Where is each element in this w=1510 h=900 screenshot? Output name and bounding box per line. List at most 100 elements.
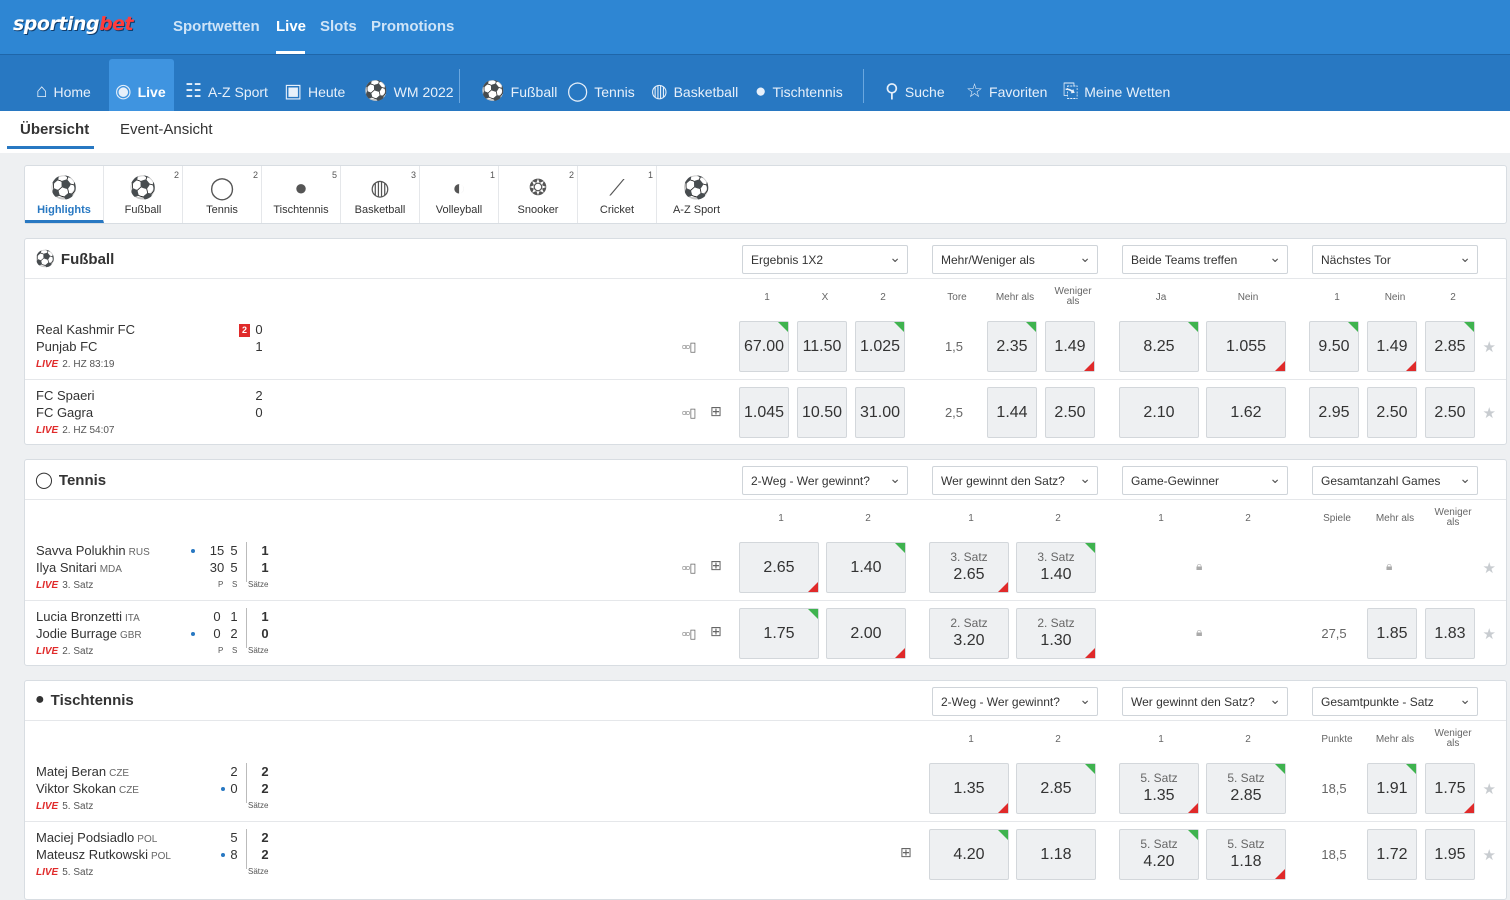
nav-meine-wetten[interactable]: ⎘ Meine Wetten — [1063, 59, 1170, 112]
odds-button[interactable]: 67.00 — [739, 321, 789, 372]
odds-button[interactable]: 1.83 — [1425, 608, 1475, 659]
topnav-live[interactable]: Live — [276, 18, 306, 35]
odds-button[interactable]: 10.50 — [797, 387, 847, 438]
odds-button[interactable]: 2.00 — [826, 608, 906, 659]
court-icon[interactable]: ⊞ — [900, 844, 912, 861]
odds-button[interactable]: 1.40 — [826, 542, 906, 593]
sport-chip-cricket[interactable]: 1 ⟋ Cricket — [578, 166, 657, 223]
sport-chip-fussball[interactable]: 2 ⚽ Fußball — [104, 166, 183, 223]
favorite-star-icon[interactable]: ★ — [1483, 559, 1496, 577]
event-row[interactable]: Lucia Bronzetti ITA Jodie Burrage GBR LIVE… — [25, 601, 1506, 667]
nav-live[interactable]: ◉ Live — [109, 59, 174, 112]
event-row[interactable]: FC Spaeri FC Gagra LIVE 2. HZ 54:07 2 0 ▫… — [25, 380, 1506, 446]
odds-button[interactable]: 2.50 — [1367, 387, 1417, 438]
odds-button[interactable]: 2. Satz 3.20 — [929, 608, 1009, 659]
stats-icon[interactable]: ▫▫▯ — [682, 405, 696, 421]
market-select[interactable]: Game-Gewinner ⌄ — [1122, 466, 1288, 495]
odds-button[interactable]: 5. Satz 4.20 — [1119, 829, 1199, 880]
nav-wm-2022[interactable]: ⚽ WM 2022 — [364, 59, 454, 112]
odds-button[interactable]: 1.91 — [1367, 763, 1417, 814]
topnav-promotions[interactable]: Promotions — [371, 18, 454, 35]
odds-button[interactable]: 1.49 — [1045, 321, 1095, 372]
odds-button[interactable]: 1.055 — [1206, 321, 1286, 372]
odds-button[interactable]: 11.50 — [797, 321, 847, 372]
market-select[interactable]: Gesamtpunkte - Satz ⌄ — [1312, 687, 1478, 716]
market-select[interactable]: 2-Weg - Wer gewinnt? ⌄ — [742, 466, 908, 495]
nav-basketball[interactable]: ◍ Basketball — [651, 59, 738, 112]
topnav-sportwetten[interactable]: Sportwetten — [173, 18, 260, 35]
pitch-icon[interactable]: ⊞ — [710, 403, 722, 420]
odds-button[interactable]: 2.65 — [739, 542, 819, 593]
stats-icon[interactable]: ▫▫▯ — [682, 560, 696, 576]
odds-button[interactable]: 2.85 — [1016, 763, 1096, 814]
favorite-star-icon[interactable]: ★ — [1483, 625, 1496, 643]
stats-icon[interactable]: ▫▫▯ — [682, 339, 696, 355]
court-icon[interactable]: ⊞ — [710, 557, 722, 574]
nav-fussball[interactable]: ⚽ Fußball — [481, 59, 557, 112]
sport-chip-highlights[interactable]: ⚽ Highlights — [25, 166, 104, 223]
market-select[interactable]: Nächstes Tor ⌄ — [1312, 245, 1478, 274]
sport-chip-az-sport[interactable]: ⚽ A-Z Sport — [657, 166, 736, 223]
favorite-star-icon[interactable]: ★ — [1483, 404, 1496, 422]
sportingbet-logo[interactable]: sportingbet — [13, 13, 134, 35]
odds-button[interactable]: 2.50 — [1045, 387, 1095, 438]
odds-button[interactable]: 1.49 — [1367, 321, 1417, 372]
favorite-star-icon[interactable]: ★ — [1483, 780, 1496, 798]
market-select[interactable]: Gesamtanzahl Games ⌄ — [1312, 466, 1478, 495]
topnav-slots[interactable]: Slots — [320, 18, 357, 35]
court-icon[interactable]: ⊞ — [710, 623, 722, 640]
odds-button[interactable]: 3. Satz 2.65 — [929, 542, 1009, 593]
odds-button[interactable]: 2.35 — [987, 321, 1037, 372]
odds-button[interactable]: 5. Satz 1.18 — [1206, 829, 1286, 880]
odds-button[interactable]: 2.95 — [1309, 387, 1359, 438]
sport-chip-tennis[interactable]: 2 ◯ Tennis — [183, 166, 262, 223]
sport-chip-volleyball[interactable]: 1 ◐ Volleyball — [420, 166, 499, 223]
odds-button[interactable]: 5. Satz 1.35 — [1119, 763, 1199, 814]
tab-event-ansicht[interactable]: Event-Ansicht — [120, 121, 213, 138]
nav-az-sport[interactable]: ☷ A-Z Sport — [185, 59, 268, 112]
odds-button[interactable]: 1.025 — [855, 321, 905, 372]
odds-button[interactable]: 1.75 — [739, 608, 819, 659]
favorite-star-icon[interactable]: ★ — [1483, 338, 1496, 356]
favorite-star-icon[interactable]: ★ — [1483, 846, 1496, 864]
odds-button[interactable]: 2. Satz 1.30 — [1016, 608, 1096, 659]
odds-button[interactable]: 1.35 — [929, 763, 1009, 814]
odds-button[interactable]: 2.10 — [1119, 387, 1199, 438]
sport-chip-basketball[interactable]: 3 ◍ Basketball — [341, 166, 420, 223]
odds-button[interactable]: 2.50 — [1425, 387, 1475, 438]
nav-suche[interactable]: ⚲ Suche — [885, 59, 945, 112]
sport-chip-tischtennis[interactable]: 5 ● Tischtennis — [262, 166, 341, 223]
sport-chip-snooker[interactable]: 2 ❂ Snooker — [499, 166, 578, 223]
event-row[interactable]: Matej Beran CZE Viktor Skokan CZE LIVE 5. S… — [25, 755, 1506, 821]
market-select[interactable]: Wer gewinnt den Satz? ⌄ — [1122, 687, 1288, 716]
odds-button[interactable]: 4.20 — [929, 829, 1009, 880]
odds-button[interactable]: 1.62 — [1206, 387, 1286, 438]
market-select[interactable]: Wer gewinnt den Satz? ⌄ — [932, 466, 1098, 495]
nav-tischtennis[interactable]: ● Tischtennis — [755, 59, 843, 112]
nav-favoriten[interactable]: ☆ Favoriten — [966, 59, 1047, 112]
odds-button[interactable]: 31.00 — [855, 387, 905, 438]
nav-heute[interactable]: ▣ Heute — [284, 59, 345, 112]
odds-button[interactable]: 1.72 — [1367, 829, 1417, 880]
event-row[interactable]: Savva Polukhin RUS Ilya Snitari MDA LIVE 3.… — [25, 534, 1506, 600]
event-row[interactable]: Real Kashmir FC Punjab FC LIVE 2. HZ 83:1… — [25, 313, 1506, 379]
tab-uebersicht[interactable]: Übersicht — [20, 121, 89, 138]
market-select[interactable]: Beide Teams treffen ⌄ — [1122, 245, 1288, 274]
market-select[interactable]: Ergebnis 1X2 ⌄ — [742, 245, 908, 274]
odds-button[interactable]: 1.85 — [1367, 608, 1417, 659]
odds-button[interactable]: 5. Satz 2.85 — [1206, 763, 1286, 814]
market-select[interactable]: 2-Weg - Wer gewinnt? ⌄ — [932, 687, 1098, 716]
event-row[interactable]: Maciej Podsiadlo POL Mateusz Rutkowski POL… — [25, 822, 1506, 888]
nav-tennis[interactable]: ◯ Tennis — [567, 59, 635, 112]
odds-button[interactable]: 1.44 — [987, 387, 1037, 438]
odds-button[interactable]: 2.85 — [1425, 321, 1475, 372]
odds-button[interactable]: 1.18 — [1016, 829, 1096, 880]
odds-button[interactable]: 9.50 — [1309, 321, 1359, 372]
odds-button[interactable]: 8.25 — [1119, 321, 1199, 372]
stats-icon[interactable]: ▫▫▯ — [682, 626, 696, 642]
odds-button[interactable]: 1.95 — [1425, 829, 1475, 880]
nav-home[interactable]: ⌂ Home — [36, 59, 91, 112]
market-select[interactable]: Mehr/Weniger als ⌄ — [932, 245, 1098, 274]
odds-button[interactable]: 1.75 — [1425, 763, 1475, 814]
odds-button[interactable]: 1.045 — [739, 387, 789, 438]
